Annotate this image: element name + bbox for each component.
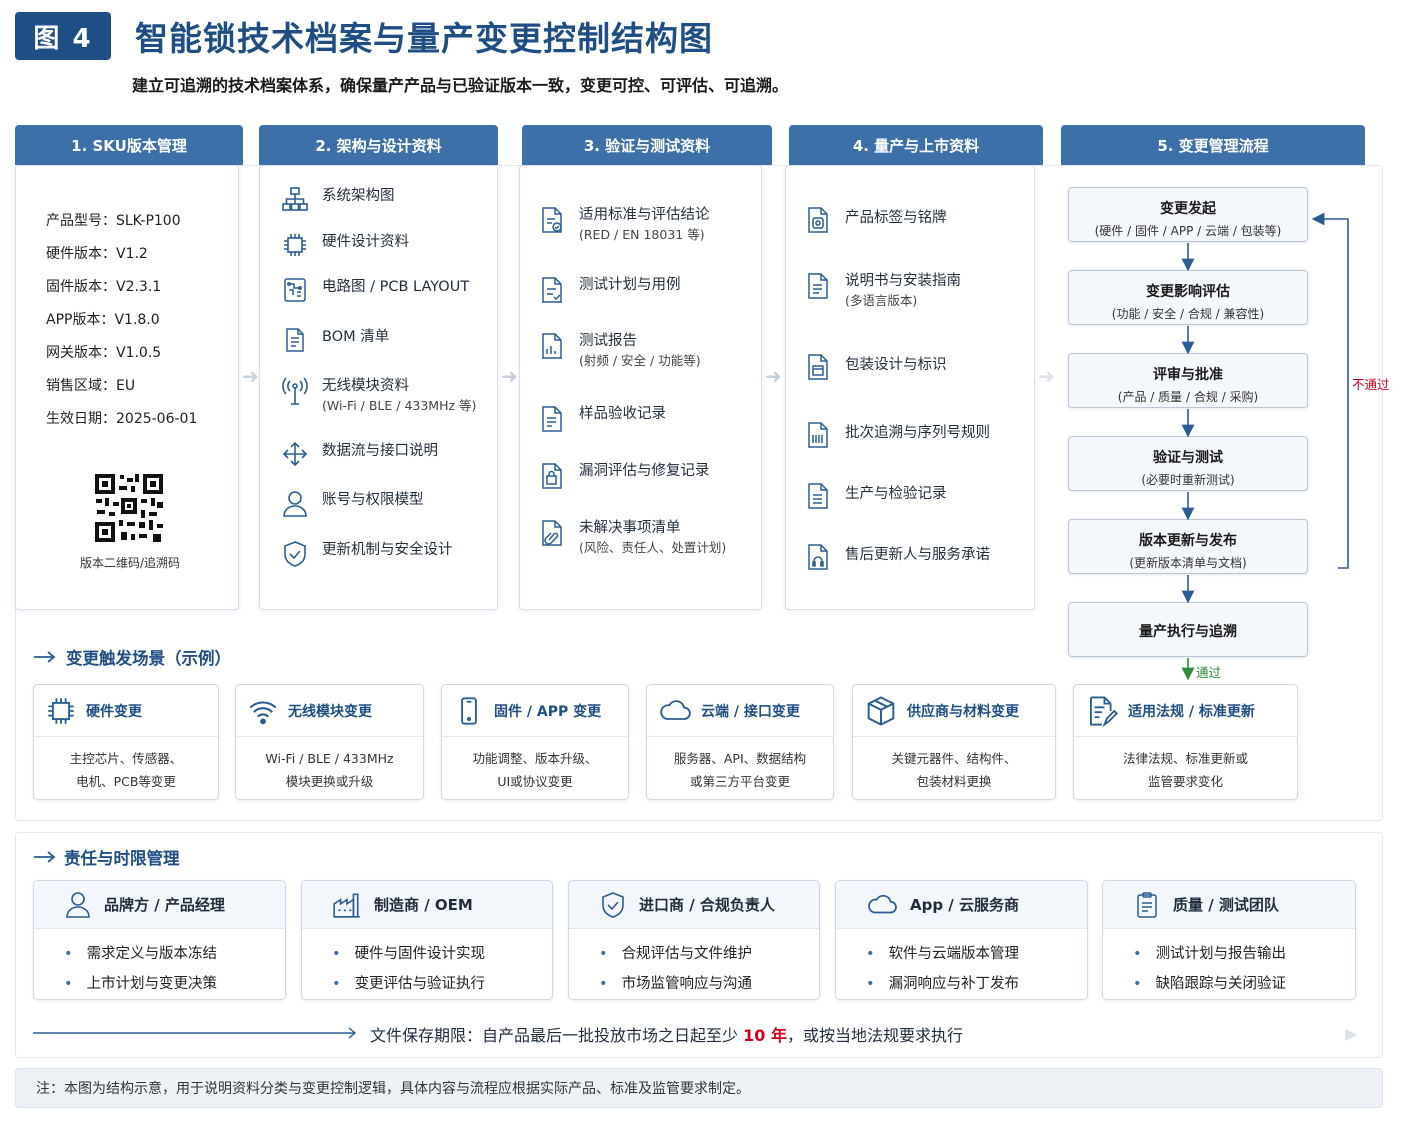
box-icon xyxy=(867,695,895,726)
fail-label: 不通过 xyxy=(1352,377,1390,392)
scenario-title: 适用法规 / 标准更新 xyxy=(1128,703,1255,720)
scenario-title: 供应商与材料变更 xyxy=(907,703,1019,720)
factory-icon xyxy=(333,892,360,918)
resp-card-brand: 品牌方 / 产品经理 需求定义与版本冻结上市计划与变更决策 xyxy=(33,880,286,1000)
chip-icon xyxy=(48,697,74,724)
resp-bullet: 市场监管响应与沟通 xyxy=(599,969,819,999)
resp-bullet: 变更评估与验证执行 xyxy=(332,969,552,999)
scenario-title: 硬件变更 xyxy=(86,703,142,720)
scenario-card-regulation: 适用法规 / 标准更新 法律法规、标准更新或 监管要求变化 xyxy=(1073,684,1298,800)
resp-bullet: 漏洞响应与补丁发布 xyxy=(866,969,1087,999)
scenarios-header: 变更触发场景（示例） xyxy=(34,645,231,669)
phone-icon xyxy=(461,696,477,725)
scenario-line: 模块更换或升级 xyxy=(285,774,374,789)
shield-check-icon xyxy=(602,891,624,918)
resp-title: 制造商 / OEM xyxy=(374,896,473,914)
retention-suffix: ，或按当地法规要求执行 xyxy=(786,1026,963,1045)
resp-card-cloud: App / 云服务商 软件与云端版本管理漏洞响应与补丁发布 xyxy=(835,880,1088,1000)
scenario-line: 电机、PCB等变更 xyxy=(76,774,176,789)
retention-years: 10 年 xyxy=(743,1026,787,1045)
cloud-icon xyxy=(660,699,691,720)
resp-card-quality: 质量 / 测试团队 测试计划与报告输出缺陷跟踪与关闭验证 xyxy=(1102,880,1356,1000)
scenario-card-wireless: 无线模块变更 Wi-Fi / BLE / 433MHz 模块更换或升级 xyxy=(235,684,424,800)
footnote: 注：本图为结构示意，用于说明资料分类与变更控制逻辑，具体内容与流程应根据实际产品… xyxy=(15,1068,1383,1108)
scenario-line: 服务器、API、数据结构 xyxy=(673,751,807,766)
resp-title: App / 云服务商 xyxy=(910,896,1020,914)
scenario-title: 无线模块变更 xyxy=(288,703,372,720)
pass-label: 通过 xyxy=(1196,665,1222,680)
scenario-line: 监管要求变化 xyxy=(1147,774,1223,789)
responsibility-title: 责任与时限管理 xyxy=(64,849,180,868)
scenario-title: 云端 / 接口变更 xyxy=(701,703,800,720)
scenario-line: UI或协议变更 xyxy=(497,774,573,789)
clipboard-icon xyxy=(1137,891,1157,918)
chevron-right-icon: ▶ xyxy=(1345,1024,1358,1043)
scenario-line: 关键元器件、结构件、 xyxy=(891,751,1017,766)
resp-bullet: 软件与云端版本管理 xyxy=(866,939,1087,969)
retention-prefix: 文件保存期限：自产品最后一批投放市场之日起至少 xyxy=(370,1026,739,1045)
arrow-right-icon xyxy=(34,651,56,663)
scenario-card-hardware: 硬件变更 主控芯片、传感器、 电机、PCB等变更 xyxy=(33,684,219,800)
resp-bullet: 需求定义与版本冻结 xyxy=(64,939,285,969)
law-document-icon xyxy=(1090,696,1118,727)
resp-bullet: 缺陷跟踪与关闭验证 xyxy=(1133,969,1355,999)
scenario-line: 功能调整、版本升级、 xyxy=(472,751,598,766)
resp-card-importer: 进口商 / 合规负责人 合规评估与文件维护市场监管响应与沟通 xyxy=(568,880,820,1000)
scenario-line: 主控芯片、传感器、 xyxy=(69,751,183,766)
scenario-card-supplier: 供应商与材料变更 关键元器件、结构件、 包装材料更换 xyxy=(852,684,1056,800)
scenario-line: Wi-Fi / BLE / 433MHz xyxy=(265,751,394,766)
resp-title: 进口商 / 合规负责人 xyxy=(639,896,775,914)
wifi-icon xyxy=(249,700,277,724)
scenarios-title: 变更触发场景（示例） xyxy=(66,649,231,668)
resp-title: 质量 / 测试团队 xyxy=(1173,896,1279,914)
scenario-card-cloud: 云端 / 接口变更 服务器、API、数据结构 或第三方平台变更 xyxy=(646,684,834,800)
resp-bullet: 硬件与固件设计实现 xyxy=(332,939,552,969)
scenario-card-firmware: 固件 / APP 变更 功能调整、版本升级、 UI或协议变更 xyxy=(441,684,629,800)
resp-bullet: 合规评估与文件维护 xyxy=(599,939,819,969)
arrow-right-icon xyxy=(34,851,56,863)
resp-card-oem: 制造商 / OEM 硬件与固件设计实现变更评估与验证执行 xyxy=(301,880,553,1000)
timeline-arrow xyxy=(33,1027,357,1039)
scenario-line: 包装材料更换 xyxy=(916,774,992,789)
flow-connectors xyxy=(1181,212,1349,681)
resp-title: 品牌方 / 产品经理 xyxy=(104,896,225,914)
scenario-title: 固件 / APP 变更 xyxy=(494,703,602,720)
resp-bullet: 测试计划与报告输出 xyxy=(1133,939,1355,969)
scenario-line: 或第三方平台变更 xyxy=(689,774,790,789)
cloud-icon xyxy=(868,894,897,913)
resp-bullet: 上市计划与变更决策 xyxy=(64,969,285,999)
retention-text: 文件保存期限：自产品最后一批投放市场之日起至少 10 年，或按当地法规要求执行 xyxy=(370,1022,963,1046)
responsibility-header: 责任与时限管理 xyxy=(34,845,180,869)
user-icon xyxy=(66,891,90,918)
scenario-line: 法律法规、标准更新或 xyxy=(1122,751,1248,766)
